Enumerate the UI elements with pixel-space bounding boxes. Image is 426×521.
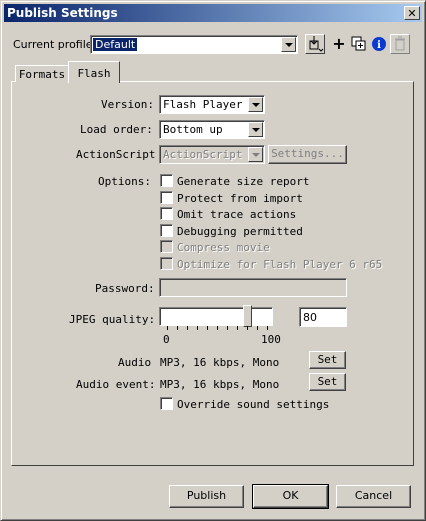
- optimize-flash-player-checkbox[interactable]: [160, 257, 173, 270]
- chevron-down-icon[interactable]: [248, 97, 263, 112]
- version-label: Version:: [101, 98, 154, 111]
- compress-movie-label: Compress movie: [177, 241, 270, 254]
- tab-flash-label: Flash: [77, 67, 111, 80]
- audio-event-value: MP3, 16 kbps, Mono: [160, 378, 280, 391]
- jpeg-quality-value: 80: [303, 311, 317, 324]
- chevron-down-icon[interactable]: [281, 37, 296, 52]
- import-export-icon[interactable]: [305, 34, 325, 54]
- slider-tick: [267, 326, 268, 330]
- slider-tick: [167, 326, 168, 330]
- current-profile-label: Current profile:: [13, 38, 97, 51]
- audio-event-label: Audio event:: [76, 378, 156, 391]
- publish-button[interactable]: Publish: [169, 485, 244, 508]
- current-profile-value: Default: [93, 38, 138, 51]
- version-value: Flash Player 4: [163, 98, 256, 111]
- actionscript-label: ActionScript: [76, 148, 156, 161]
- slider-tick: [177, 326, 178, 330]
- jpeg-max-label: 100: [261, 333, 281, 346]
- debugging-permitted-checkbox[interactable]: [160, 224, 173, 237]
- load-order-label: Load order:: [80, 123, 153, 136]
- load-order-select[interactable]: Bottom up: [159, 120, 265, 139]
- tab-formats[interactable]: Formats: [15, 65, 69, 82]
- slider-tick: [247, 326, 248, 330]
- override-sound-label: Override sound settings: [177, 398, 330, 411]
- actionscript-select[interactable]: ActionScript 1: [159, 145, 265, 164]
- close-icon[interactable]: ✕: [404, 6, 420, 20]
- cancel-button[interactable]: Cancel: [336, 485, 411, 508]
- audio-stream-value: MP3, 16 kbps, Mono: [160, 356, 280, 369]
- jpeg-quality-slider-thumb[interactable]: [243, 305, 252, 327]
- slider-tick: [217, 326, 218, 330]
- chevron-down-icon[interactable]: [248, 122, 263, 137]
- optimize-flash-player-label: Optimize for Flash Player 6 r65: [177, 258, 383, 271]
- compress-movie-checkbox[interactable]: [160, 240, 173, 253]
- protect-from-import-label: Protect from import: [177, 192, 303, 205]
- add-profile-icon[interactable]: +: [329, 34, 349, 54]
- actionscript-settings-button[interactable]: Settings...: [268, 145, 347, 164]
- audio-stream-label: Audio: [118, 356, 152, 369]
- protect-from-import-checkbox[interactable]: [160, 191, 173, 204]
- current-profile-select[interactable]: Default: [90, 35, 298, 54]
- omit-trace-actions-label: Omit trace actions: [177, 208, 297, 221]
- jpeg-quality-input[interactable]: 80: [299, 307, 347, 327]
- jpeg-quality-slider-track[interactable]: [159, 307, 273, 326]
- generate-size-report-label: Generate size report: [177, 175, 310, 188]
- svg-text:i: i: [377, 40, 381, 51]
- actionscript-value: ActionScript 1: [163, 148, 256, 161]
- slider-tick: [197, 326, 198, 330]
- jpeg-quality-label: JPEG quality:: [69, 313, 156, 326]
- ok-button[interactable]: OK: [252, 484, 329, 509]
- slider-tick: [207, 326, 208, 330]
- override-sound-checkbox[interactable]: [160, 397, 173, 410]
- chevron-down-icon[interactable]: [248, 147, 263, 162]
- slider-tick: [237, 326, 238, 330]
- window-title: Publish Settings: [7, 6, 118, 20]
- load-order-value: Bottom up: [163, 123, 223, 136]
- jpeg-min-label: 0: [163, 333, 170, 346]
- publish-settings-dialog: Publish Settings ✕ Current profile: Defa…: [0, 0, 426, 521]
- slider-tick: [227, 326, 228, 330]
- delete-profile-icon[interactable]: [390, 34, 410, 54]
- generate-size-report-checkbox[interactable]: [160, 174, 173, 187]
- title-bar: Publish Settings ✕: [4, 4, 422, 22]
- password-field[interactable]: [159, 278, 347, 297]
- audio-stream-set-button[interactable]: Set: [309, 351, 346, 369]
- info-icon[interactable]: i: [369, 34, 389, 54]
- duplicate-profile-icon[interactable]: [349, 34, 369, 54]
- password-label: Password:: [95, 282, 155, 295]
- audio-event-set-button[interactable]: Set: [309, 373, 346, 391]
- version-select[interactable]: Flash Player 4: [159, 95, 265, 114]
- slider-tick: [187, 326, 188, 330]
- omit-trace-actions-checkbox[interactable]: [160, 207, 173, 220]
- tab-formats-label: Formats: [18, 68, 66, 81]
- tab-flash[interactable]: Flash: [68, 61, 120, 83]
- options-label: Options:: [98, 175, 151, 188]
- slider-tick: [257, 326, 258, 330]
- debugging-permitted-label: Debugging permitted: [177, 225, 303, 238]
